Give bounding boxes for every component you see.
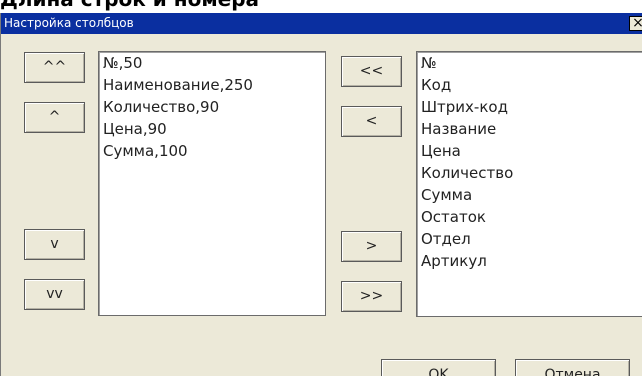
remove-all-button[interactable]: >> — [341, 281, 402, 312]
cancel-button[interactable]: Отмена — [515, 359, 630, 376]
move-up-button[interactable]: ^ — [24, 102, 85, 133]
background-window-heading: Длина строк и номера — [0, 0, 642, 13]
available-column-item[interactable]: Штрих-код — [417, 96, 642, 118]
dialog-title: Настройка столбцов — [4, 16, 134, 30]
selected-column-item[interactable]: №,50 — [99, 52, 325, 74]
available-column-item[interactable]: Цена — [417, 140, 642, 162]
page: Длина строк и номера Настройка столбцов … — [0, 0, 642, 376]
available-column-item[interactable]: Остаток — [417, 206, 642, 228]
available-columns-list[interactable]: № Код Штрих-код Название Цена Количество… — [416, 51, 642, 317]
available-column-item[interactable]: Код — [417, 74, 642, 96]
available-column-item[interactable]: Название — [417, 118, 642, 140]
selected-column-item[interactable]: Наименование,250 — [99, 74, 325, 96]
background-heading-text: Длина строк и номера — [0, 0, 259, 10]
selected-column-item[interactable]: Сумма,100 — [99, 140, 325, 162]
close-icon[interactable]: × — [629, 16, 642, 31]
remove-one-button[interactable]: > — [341, 231, 402, 262]
selected-column-item[interactable]: Цена,90 — [99, 118, 325, 140]
available-column-item[interactable]: № — [417, 52, 642, 74]
available-column-item[interactable]: Отдел — [417, 228, 642, 250]
ok-button[interactable]: OK — [381, 359, 496, 376]
move-to-bottom-button[interactable]: vv — [24, 279, 85, 310]
column-settings-dialog: Настройка столбцов × ^^ ^ v vv №,50 Наим… — [0, 13, 642, 376]
dialog-titlebar: Настройка столбцов × — [1, 13, 642, 34]
available-column-item[interactable]: Артикул — [417, 250, 642, 272]
move-to-top-button[interactable]: ^^ — [24, 52, 85, 83]
selected-columns-list[interactable]: №,50 Наименование,250 Количество,90 Цена… — [98, 51, 326, 316]
add-all-button[interactable]: << — [341, 56, 402, 87]
selected-column-item[interactable]: Количество,90 — [99, 96, 325, 118]
move-down-button[interactable]: v — [24, 229, 85, 260]
available-column-item[interactable]: Сумма — [417, 184, 642, 206]
available-column-item[interactable]: Количество — [417, 162, 642, 184]
add-one-button[interactable]: < — [341, 106, 402, 137]
